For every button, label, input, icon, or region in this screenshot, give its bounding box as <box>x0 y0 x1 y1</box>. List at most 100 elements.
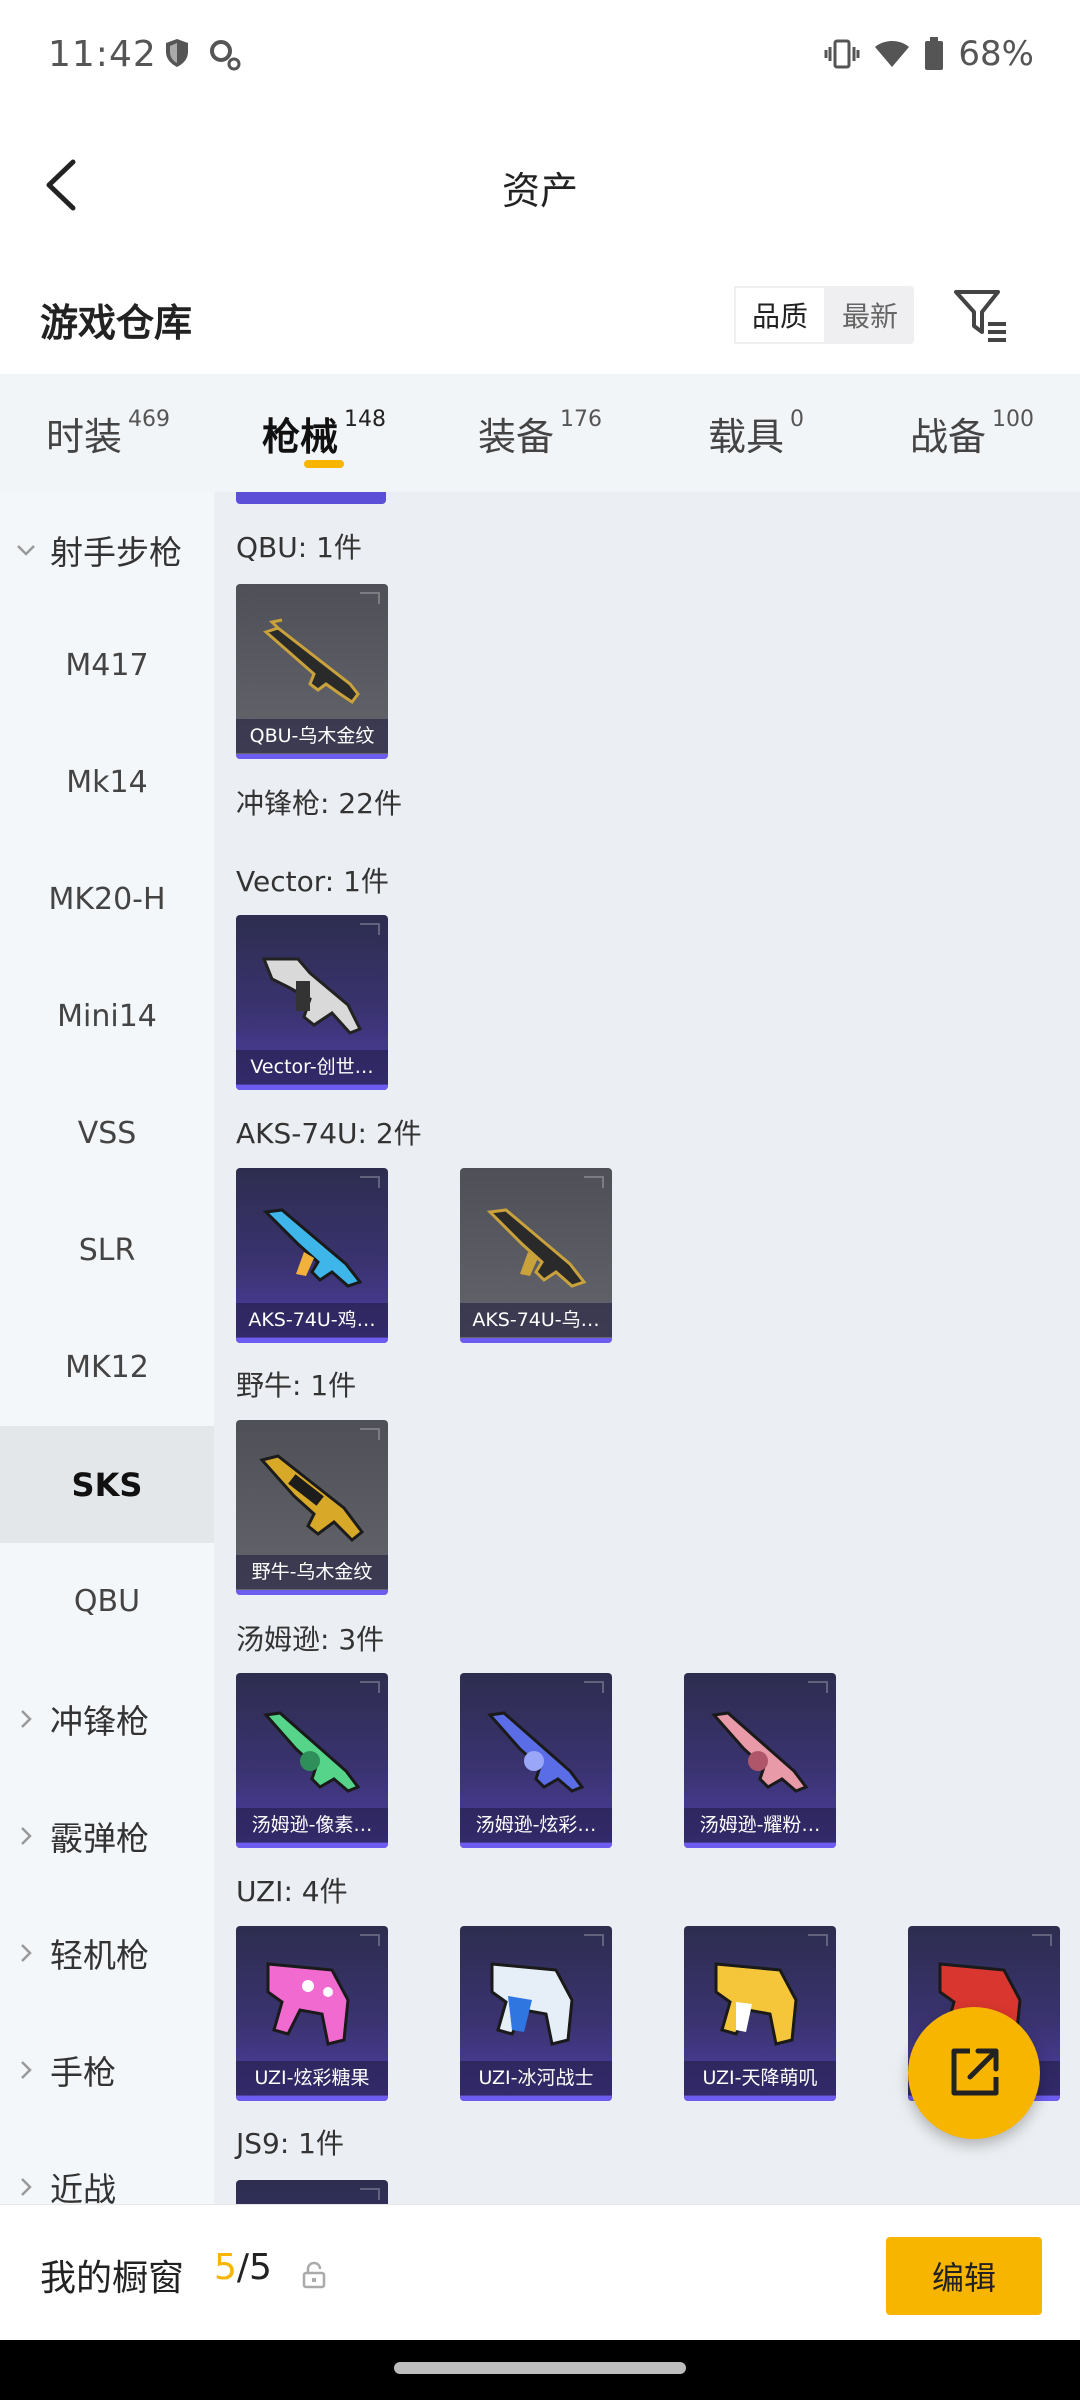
page-title: 资产 <box>501 169 578 213</box>
system-navigation-bar <box>0 2340 1080 2400</box>
status-bar: 11:42 68% <box>0 0 1080 112</box>
previous-card-edge <box>236 492 386 504</box>
group-label-bizon: 野牛: 1件 <box>236 1369 357 1402</box>
sidebar-group-smg[interactable]: 冲锋枪 <box>0 1660 214 1777</box>
group-label-smg: 冲锋枪: 22件 <box>236 787 402 820</box>
warehouse-header: 游戏仓库 品质 最新 <box>0 258 1080 374</box>
weapon-grid: QBU: 1件 QBU-乌木金纹 冲锋枪: 22件 Vector: 1件 Vec… <box>214 492 1080 2204</box>
skin-name: 汤姆逊-耀粉… <box>684 1808 836 1842</box>
tab-count: 0 <box>790 406 804 432</box>
skin-card-uzi-3[interactable]: UZI-天降萌叽 <box>684 1926 836 2101</box>
tab-vehicles[interactable]: 载具 0 <box>648 374 864 492</box>
chevron-down-icon <box>17 544 35 556</box>
group-label-aks74u: AKS-74U: 2件 <box>236 1117 422 1150</box>
pistol-smg-icon <box>266 1962 350 2046</box>
skin-name: QBU-乌木金纹 <box>236 719 388 753</box>
sidebar-item-mk20h[interactable]: MK20-H <box>0 841 214 958</box>
tab-equipment[interactable]: 装备 176 <box>432 374 648 492</box>
sidebar-group-label: 轻机枪 <box>50 1935 149 1975</box>
skin-card-tommy-3[interactable]: 汤姆逊-耀粉… <box>684 1673 836 1848</box>
tab-fashion[interactable]: 时装 469 <box>0 374 216 492</box>
group-label-js9: JS9: 1件 <box>236 2127 344 2160</box>
tab-count: 100 <box>992 406 1034 432</box>
shield-icon <box>166 39 188 67</box>
skin-name: 汤姆逊-像素… <box>236 1808 388 1842</box>
skin-card-bizon-1[interactable]: 野牛-乌木金纹 <box>236 1420 388 1595</box>
vibrate-icon <box>824 39 860 69</box>
smg-icon <box>263 1711 361 1793</box>
skin-card-aks74u-1[interactable]: AKS-74U-鸡… <box>236 1168 388 1343</box>
sidebar-group-label: 射手步枪 <box>50 532 182 572</box>
skin-card-tommy-2[interactable]: 汤姆逊-炫彩… <box>460 1673 612 1848</box>
tab-label: 枪械 <box>261 414 338 459</box>
sidebar-group-marksman-rifle[interactable]: 射手步枪 <box>0 492 214 607</box>
skin-card-uzi-1[interactable]: UZI-炫彩糖果 <box>236 1926 388 2101</box>
skin-name: Vector-创世… <box>236 1050 388 1084</box>
sidebar-group-label: 霰弹枪 <box>50 1818 149 1858</box>
group-label-vector: Vector: 1件 <box>236 865 389 898</box>
group-label-tommy: 汤姆逊: 3件 <box>236 1623 385 1656</box>
app-header: 资产 <box>0 112 1080 258</box>
filter-icon <box>954 290 1006 342</box>
skin-name: UZI-天降萌叽 <box>684 2061 836 2095</box>
sidebar-item-sks[interactable]: SKS <box>0 1426 214 1543</box>
sidebar-group-shotgun[interactable]: 霰弹枪 <box>0 1777 214 1894</box>
tab-supplies[interactable]: 战备 100 <box>864 374 1080 492</box>
pistol-smg-icon <box>714 1962 798 2046</box>
sidebar-item-vss[interactable]: VSS <box>0 1075 214 1192</box>
category-tabs: 时装 469 枪械 148 装备 176 载具 0 战备 100 <box>0 374 1080 492</box>
showcase-count-current: 5 <box>214 2247 237 2288</box>
tab-label: 时装 <box>45 414 122 459</box>
skin-name: 野牛-乌木金纹 <box>236 1555 388 1589</box>
skin-card-js9-1[interactable] <box>236 2180 388 2204</box>
battery-level: 68% <box>958 34 1034 74</box>
sidebar-item-m417[interactable]: M417 <box>0 607 214 724</box>
sort-toggle: 品质 最新 <box>734 286 915 344</box>
battery-icon <box>925 37 944 70</box>
sidebar-item-slr[interactable]: SLR <box>0 1192 214 1309</box>
sidebar-item-mk12[interactable]: MK12 <box>0 1309 214 1426</box>
skin-name: AKS-74U-鸡… <box>236 1303 388 1337</box>
skin-card-qbu-1[interactable]: QBU-乌木金纹 <box>236 584 388 759</box>
sidebar-item-mini14[interactable]: Mini14 <box>0 958 214 1075</box>
smg-icon <box>486 1208 587 1288</box>
filter-button[interactable] <box>950 284 1012 346</box>
tab-count: 176 <box>560 406 602 432</box>
home-gesture-handle[interactable] <box>394 2362 686 2374</box>
share-external-icon <box>951 2048 999 2096</box>
sidebar-group-melee[interactable]: 近战 <box>0 2128 214 2204</box>
sort-newest-button[interactable]: 最新 <box>826 286 914 344</box>
wifi-icon <box>875 41 910 67</box>
sidebar-group-lmg[interactable]: 轻机枪 <box>0 1894 214 2011</box>
group-label-qbu: QBU: 1件 <box>236 531 362 564</box>
tab-count: 148 <box>344 406 386 432</box>
chevron-right-icon <box>21 2060 32 2079</box>
sidebar-group-label: 冲锋枪 <box>50 1701 149 1741</box>
lock-icon <box>302 2261 326 2289</box>
share-button[interactable] <box>908 2007 1040 2139</box>
skin-card-aks74u-2[interactable]: AKS-74U-乌… <box>460 1168 612 1343</box>
sidebar-group-label: 手枪 <box>50 2052 116 2092</box>
warehouse-title: 游戏仓库 <box>40 301 193 345</box>
smg-icon <box>711 1711 809 1793</box>
skin-name: 汤姆逊-炫彩… <box>460 1808 612 1842</box>
tab-label: 战备 <box>909 414 986 459</box>
smg-icon <box>487 1711 585 1793</box>
tab-label: 载具 <box>707 414 784 459</box>
edit-button[interactable]: 编辑 <box>886 2237 1042 2315</box>
clock: 11:42 <box>48 34 157 75</box>
skin-card-tommy-1[interactable]: 汤姆逊-像素… <box>236 1673 388 1848</box>
chevron-right-icon <box>21 1943 32 1962</box>
sidebar-item-qbu[interactable]: QBU <box>0 1543 214 1660</box>
smg-icon <box>262 1208 363 1288</box>
skin-card-vector-1[interactable]: Vector-创世… <box>236 915 388 1090</box>
sidebar-group-pistol[interactable]: 手枪 <box>0 2011 214 2128</box>
sidebar-item-mk14[interactable]: Mk14 <box>0 724 214 841</box>
tab-guns[interactable]: 枪械 148 <box>216 374 432 492</box>
smg-icon <box>259 1454 365 1543</box>
showcase-count: 5/5 <box>214 2247 272 2288</box>
chevron-right-icon <box>21 2177 32 2196</box>
skin-name: AKS-74U-乌… <box>460 1303 612 1337</box>
sort-quality-button[interactable]: 品质 <box>734 286 827 344</box>
skin-card-uzi-2[interactable]: UZI-冰河战士 <box>460 1926 612 2101</box>
